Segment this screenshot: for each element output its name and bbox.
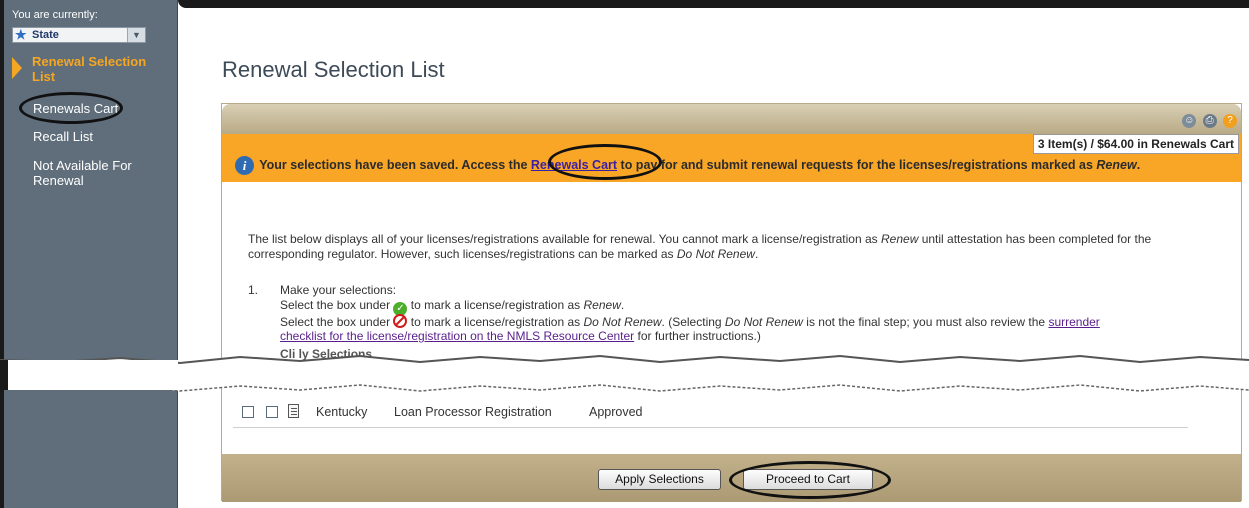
people-icon[interactable]: ☺: [1182, 114, 1197, 128]
step2-text-d: is not the final step; you must also rev…: [802, 315, 1049, 329]
renew-checkbox[interactable]: [242, 406, 254, 418]
active-arrow-icon: [12, 57, 22, 79]
intro-end: .: [754, 247, 759, 261]
highlight-circle: [548, 144, 662, 180]
top-frame: [178, 0, 1249, 8]
document-icon[interactable]: [288, 404, 299, 418]
cart-summary: 3 Item(s) / $64.00 in Renewals Cart: [1032, 134, 1239, 154]
step2-italic2: Do Not Renew: [724, 315, 803, 329]
intro-do-not-renew: Do Not Renew: [676, 247, 755, 261]
print-icon[interactable]: ⎙: [1202, 114, 1217, 128]
highlight-circle: [729, 461, 891, 499]
apply-selections-button[interactable]: Apply Selections: [598, 469, 721, 490]
intro-renew: Renew: [881, 232, 919, 246]
current-state-label: You are currently:: [12, 9, 98, 21]
message-before: Your selections have been saved. Access …: [259, 157, 531, 172]
step-number: 1.: [248, 283, 259, 297]
chevron-down-icon[interactable]: ▼: [127, 28, 145, 42]
row-state: Kentucky: [316, 405, 368, 419]
step2-text-b: to mark a license/registration as: [407, 315, 584, 329]
surrender-checklist-link[interactable]: surrender: [1048, 315, 1099, 329]
prohibited-icon: [393, 314, 408, 328]
surrender-checklist-link-cont[interactable]: checklist for the license/registration o…: [280, 329, 634, 343]
step-line-do-not-renew: Select the box under to mark a license/r…: [280, 314, 1100, 330]
message-italic: Renew: [1096, 157, 1137, 172]
intro-text: The list below displays all of your lice…: [248, 232, 1218, 262]
sidebar-item-not-available[interactable]: Not Available For Renewal: [33, 158, 173, 188]
step-line-3: checklist for the license/registration o…: [280, 329, 761, 344]
step1-text-a: Select the box under: [280, 298, 394, 312]
message-after: to pay for and submit renewal requests f…: [617, 157, 1097, 172]
state-select[interactable]: ★ State ▼: [12, 27, 146, 43]
saved-message: i Your selections have been saved. Acces…: [235, 156, 1140, 175]
sidebar-item-renewal-selection-list[interactable]: Renewal Selection List: [32, 54, 172, 84]
step-title: Make your selections:: [280, 283, 397, 297]
do-not-renew-checkbox[interactable]: [266, 406, 278, 418]
step1-end: .: [620, 298, 625, 312]
partial-selections-text: Cli ly Selections: [280, 347, 373, 361]
state-select-value: State: [32, 29, 59, 41]
step3-end: for further instructions.): [634, 329, 761, 343]
header-icons: ☺ ⎙ ?: [1179, 112, 1237, 128]
sidebar: You are currently: ★ State ▼ Renewal Sel…: [0, 0, 178, 508]
sidebar-edge: [0, 0, 4, 508]
row-status: Approved: [589, 405, 643, 419]
step2-text-a: Select the box under: [280, 315, 394, 329]
message-end: .: [1136, 157, 1141, 172]
table-row: Kentucky Loan Processor Registration App…: [233, 398, 1188, 428]
highlight-circle: [19, 92, 123, 124]
help-icon[interactable]: ?: [1223, 114, 1237, 128]
row-license: Loan Processor Registration: [394, 405, 552, 419]
sidebar-item-recall-list[interactable]: Recall List: [33, 129, 173, 144]
step2-italic: Do Not Renew: [583, 315, 662, 329]
info-icon: i: [235, 156, 254, 175]
panel-header: ☺ ⎙ ?: [222, 104, 1241, 134]
intro-part1: The list below displays all of your lice…: [248, 232, 881, 246]
step1-text-b: to mark a license/registration as: [407, 298, 584, 312]
page-title: Renewal Selection List: [222, 57, 445, 82]
step2-text-c: . (Selecting: [661, 315, 725, 329]
star-icon: ★: [15, 27, 27, 42]
step1-italic: Renew: [583, 298, 621, 312]
